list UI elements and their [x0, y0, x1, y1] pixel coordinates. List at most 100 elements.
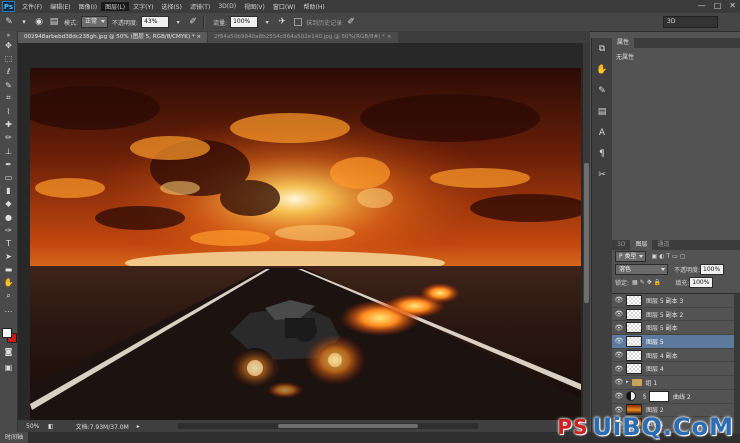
healing-brush-tool-icon[interactable]: ✚: [0, 118, 17, 131]
menu-filter[interactable]: 滤镜(T): [186, 2, 214, 11]
layer-filter-select[interactable]: P 类型: [615, 251, 646, 262]
brush-panel-toggle-icon[interactable]: ▤: [48, 16, 60, 28]
layer-name[interactable]: 图层 5: [646, 337, 664, 346]
lasso-tool-icon[interactable]: ℓ: [0, 65, 17, 78]
menu-window[interactable]: 窗口(W): [269, 2, 300, 11]
layer-name[interactable]: 图层 5 副本 3: [646, 296, 683, 305]
minimize-button[interactable]: —: [698, 1, 706, 10]
airbrush-icon[interactable]: ✈: [276, 16, 288, 28]
layer-name[interactable]: 图层 4 副本: [646, 351, 678, 360]
document-tab[interactable]: 2f84a50b9840a8b2554c864a502e140.jpg @ 50…: [208, 32, 398, 43]
opacity-field[interactable]: 43%: [141, 16, 170, 28]
menu-image[interactable]: 图像(I): [75, 2, 101, 11]
filter-icons[interactable]: ▣◐T▭▢: [652, 253, 688, 260]
more-tools-icon[interactable]: …: [0, 303, 17, 316]
quick-mask-icon[interactable]: ◙: [0, 345, 17, 358]
layer-row[interactable]: 👁 图层 5 副本 3: [612, 294, 740, 308]
workspace-select[interactable]: 3D: [663, 16, 718, 28]
fill-field[interactable]: 100%: [689, 277, 714, 288]
eraser-tool-icon[interactable]: ▭: [0, 171, 17, 184]
brush-panel-icon[interactable]: ✎: [592, 80, 612, 101]
document-canvas[interactable]: [30, 68, 581, 420]
document-tab[interactable]: 002948arbebd38dc238gh.jpg @ 50% (图层 5, R…: [18, 32, 208, 43]
menu-3d[interactable]: 3D(D): [214, 3, 240, 10]
maximize-button[interactable]: □: [714, 1, 722, 10]
foreground-color-swatch[interactable]: [2, 328, 12, 338]
layer-row[interactable]: 👁 图层 5 副本 2: [612, 308, 740, 322]
blur-tool-icon[interactable]: ◆: [0, 197, 17, 210]
actions-panel-icon[interactable]: ✋: [592, 59, 612, 80]
status-menu-arrow-icon[interactable]: ▸: [137, 423, 140, 430]
tab-3d[interactable]: 3D: [612, 240, 630, 250]
menu-layer[interactable]: 图层(L): [101, 2, 130, 11]
close-button[interactable]: ✕: [729, 1, 736, 10]
history-brush-tool-icon[interactable]: ✎: [3, 16, 15, 28]
layer-opacity-field[interactable]: 100%: [700, 264, 725, 275]
layer-group-row[interactable]: 👁 ▸ 组 1: [612, 376, 740, 390]
layer-name[interactable]: 组 1: [646, 378, 658, 387]
eye-icon[interactable]: 👁: [612, 351, 626, 359]
brush-tool-icon[interactable]: ✏: [0, 131, 17, 144]
horizontal-scroll-thumb[interactable]: [278, 424, 418, 428]
tab-properties[interactable]: 属性: [612, 38, 635, 48]
menu-help[interactable]: 帮助(H): [300, 2, 329, 11]
layer-row-selected[interactable]: 👁 图层 5: [612, 335, 740, 349]
dodge-tool-icon[interactable]: ●: [0, 210, 17, 223]
history-panel-icon[interactable]: ⧉: [592, 38, 612, 59]
close-tab-icon[interactable]: ×: [197, 34, 202, 40]
vertical-scrollbar[interactable]: [583, 43, 590, 420]
type-tool-icon[interactable]: T: [0, 237, 17, 250]
status-icon[interactable]: ◧: [48, 423, 54, 430]
horizontal-scrollbar[interactable]: [178, 423, 478, 429]
color-swatches[interactable]: [2, 328, 17, 343]
shape-tool-icon[interactable]: ▬: [0, 263, 17, 276]
paragraph-panel-icon[interactable]: ¶: [592, 143, 612, 164]
zoom-tool-icon[interactable]: ⌕: [0, 290, 17, 303]
adjustment-layer-row[interactable]: 👁 § 曲线 2: [612, 390, 740, 404]
close-tab-icon[interactable]: ×: [387, 34, 392, 40]
mode-select[interactable]: 正常: [81, 16, 109, 28]
eye-icon[interactable]: 👁: [612, 337, 626, 345]
layer-row[interactable]: 👁 图层 4: [612, 362, 740, 377]
hand-tool-icon[interactable]: ✋: [0, 276, 17, 289]
brush-size-icon[interactable]: ◉: [33, 16, 45, 28]
collapse-toolbox-icon[interactable]: »: [0, 31, 17, 39]
crop-tool-icon[interactable]: ⌗: [0, 92, 17, 105]
menu-edit[interactable]: 编辑(E): [46, 2, 74, 11]
eye-icon[interactable]: 👁: [612, 392, 626, 400]
quick-select-tool-icon[interactable]: ✎: [0, 79, 17, 92]
opacity-dropdown-icon[interactable]: ▾: [172, 16, 184, 28]
flow-dropdown-icon[interactable]: ▾: [261, 16, 273, 28]
gradient-tool-icon[interactable]: ▮: [0, 184, 17, 197]
menu-view[interactable]: 视图(V): [240, 2, 269, 11]
flow-field[interactable]: 100%: [230, 16, 259, 28]
move-tool-icon[interactable]: ✥: [0, 39, 17, 52]
layer-row[interactable]: 👁 图层 4 副本: [612, 349, 740, 363]
clone-stamp-tool-icon[interactable]: ⊥: [0, 145, 17, 158]
layer-name[interactable]: 曲线 2: [673, 392, 691, 401]
layer-row[interactable]: 👁 图层 5 副本: [612, 321, 740, 336]
tab-channels[interactable]: 通道: [652, 240, 674, 250]
screen-mode-icon[interactable]: ▣: [0, 361, 17, 374]
eye-icon[interactable]: 👁: [612, 324, 626, 332]
zoom-field[interactable]: 50%: [26, 423, 44, 430]
history-brush-tool-icon[interactable]: ✒: [0, 158, 17, 171]
marquee-tool-icon[interactable]: ⬚: [0, 52, 17, 65]
pen-tool-icon[interactable]: ✑: [0, 224, 17, 237]
adjustments-panel-icon[interactable]: ▤: [592, 101, 612, 122]
eye-icon[interactable]: 👁: [612, 296, 626, 304]
eye-icon[interactable]: 👁: [612, 365, 626, 373]
layer-name[interactable]: 图层 5 副本 2: [646, 310, 683, 319]
pressure-opacity-icon[interactable]: ✐: [187, 16, 199, 28]
erase-to-history-checkbox[interactable]: [294, 18, 303, 26]
menu-file[interactable]: 文件(F): [18, 2, 46, 11]
eye-icon[interactable]: 👁: [612, 378, 626, 386]
layer-name[interactable]: 图层 5 副本: [646, 323, 678, 332]
blend-mode-select[interactable]: 溶色: [615, 264, 668, 275]
canvas-area[interactable]: [18, 43, 583, 420]
character-panel-icon[interactable]: A: [592, 122, 612, 143]
eyedropper-tool-icon[interactable]: ⌇: [0, 105, 17, 118]
pressure-size-icon[interactable]: ✐: [345, 16, 357, 28]
menu-type[interactable]: 文字(Y): [129, 2, 157, 11]
lock-icons[interactable]: ▦✎✥🔒: [632, 279, 663, 286]
